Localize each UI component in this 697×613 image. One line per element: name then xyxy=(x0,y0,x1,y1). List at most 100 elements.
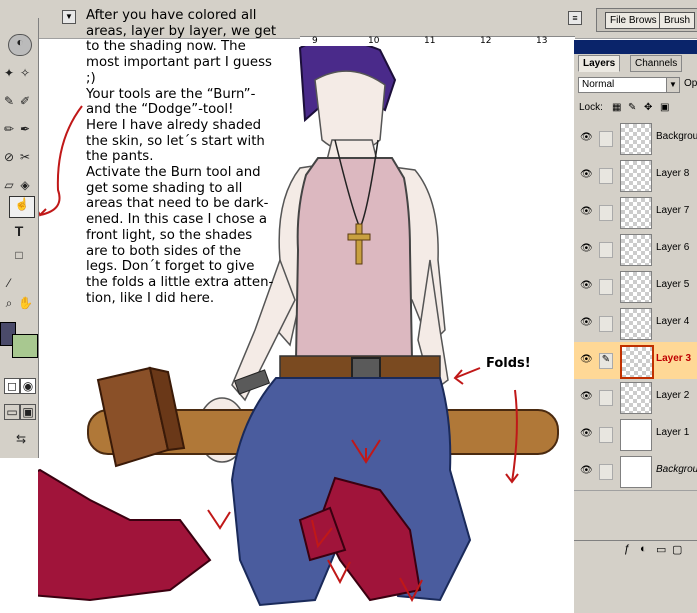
tutorial-line: tion, like I did here. xyxy=(86,290,215,306)
eye-icon[interactable]: 👁 xyxy=(580,466,593,476)
layer-row[interactable]: 👁 Layer 2 xyxy=(574,379,697,417)
layer-name: Backgrou xyxy=(656,131,697,142)
link-toggle[interactable] xyxy=(599,279,613,295)
new-layer-set-icon[interactable]: ▭ xyxy=(656,543,666,556)
options-menu-arrow[interactable]: ▼ xyxy=(62,10,76,24)
layer-row[interactable]: 👁 Backgrou xyxy=(574,453,697,491)
eye-icon[interactable]: 👁 xyxy=(580,244,593,254)
layer-row[interactable]: 👁 Layer 6 xyxy=(574,231,697,269)
palette-well-brushes-tab[interactable]: Brush xyxy=(659,12,696,29)
tutorial-line: to the shading now. The xyxy=(86,39,246,55)
toolbox: ◐ ✦ ✧ ✎ ✐ ✏ ✒ ⊘ ✂ ▱ ◈ ☝ T □ ⁄ ⌕ ✋ ◻ ◉ ▭ … xyxy=(0,18,39,458)
background-color-swatch[interactable] xyxy=(12,334,38,358)
ruler-tick-label: 13 xyxy=(536,36,548,46)
tutorial-line: front light, so the shades xyxy=(86,227,253,243)
link-toggle[interactable] xyxy=(599,464,613,480)
quick-mask-icon[interactable]: ◻ xyxy=(4,378,20,394)
link-toggle[interactable] xyxy=(599,316,613,332)
clone-stamp-icon[interactable]: ✒ xyxy=(18,122,32,136)
tab-channels[interactable]: Channels xyxy=(630,55,683,72)
layer-name: Layer 1 xyxy=(656,427,690,438)
layer-thumbnail xyxy=(620,345,654,379)
lasso-icon[interactable]: ◐ xyxy=(8,34,32,56)
slice-icon[interactable]: ✎ xyxy=(2,94,16,108)
tutorial-line: are to both sides of the xyxy=(86,243,242,259)
tutorial-line: Here I have alredy shaded xyxy=(86,117,262,133)
lock-transparency-icon[interactable]: ▦ xyxy=(612,102,621,113)
layer-thumbnail xyxy=(620,382,652,414)
eye-icon[interactable]: 👁 xyxy=(580,392,593,402)
palette-menu-icon[interactable]: ≡ xyxy=(568,11,582,25)
link-toggle[interactable] xyxy=(599,427,613,443)
brush-icon[interactable]: ✏ xyxy=(2,122,16,136)
layer-row[interactable]: 👁 Layer 1 xyxy=(574,416,697,454)
ruler-tick-label: 10 xyxy=(368,36,380,46)
layers-bottom-bar: ƒ ◐ ▭ ▢ xyxy=(574,540,697,559)
history-brush-icon[interactable]: ⊘ xyxy=(2,150,16,164)
link-toggle[interactable] xyxy=(599,205,613,221)
eye-icon[interactable]: 👁 xyxy=(580,170,593,180)
blend-mode-select[interactable]: Normal ▼ xyxy=(578,77,680,93)
layer-thumbnail xyxy=(620,197,652,229)
tutorial-line: the pants. xyxy=(86,149,154,165)
tab-layers[interactable]: Layers xyxy=(578,55,621,72)
layer-name: Layer 7 xyxy=(656,205,690,216)
layer-row[interactable]: 👁 Layer 7 xyxy=(574,194,697,232)
healing-brush-icon[interactable]: ✐ xyxy=(18,94,32,108)
layer-thumbnail xyxy=(620,123,652,155)
fullscreen-mode-icon[interactable]: ▣ xyxy=(20,404,36,420)
layer-name: Backgrou xyxy=(656,464,697,475)
lock-paint-icon[interactable]: ✎ xyxy=(628,102,636,113)
eye-icon[interactable]: 👁 xyxy=(580,281,593,291)
hand-tool-icon[interactable]: ✋ xyxy=(18,296,33,310)
paint-bucket-icon[interactable]: ▱ xyxy=(2,178,16,192)
layers-palette-titlebar[interactable] xyxy=(574,40,697,54)
brush-icon[interactable]: ✎ xyxy=(599,353,613,369)
layer-name: Layer 5 xyxy=(656,279,690,290)
eye-icon[interactable]: 👁 xyxy=(580,429,593,439)
tutorial-line: legs. Don´t forget to give xyxy=(86,259,255,275)
layer-row-selected[interactable]: 👁 ✎ Layer 3 xyxy=(574,342,697,380)
layer-thumbnail xyxy=(620,234,652,266)
layer-name: Layer 2 xyxy=(656,390,690,401)
new-fill-layer-icon[interactable]: ◐ xyxy=(640,543,647,555)
layer-style-icon[interactable]: ƒ xyxy=(624,543,630,555)
jump-to-imageready-icon[interactable]: ⇆ xyxy=(10,432,32,446)
layer-row[interactable]: 👁 Layer 4 xyxy=(574,305,697,343)
layer-row[interactable]: 👁 Layer 8 xyxy=(574,157,697,195)
lock-move-icon[interactable]: ✥ xyxy=(644,102,652,113)
screen-mode-icon[interactable]: ▭ xyxy=(4,404,20,420)
tutorial-line: and the “Dodge”-tool! xyxy=(86,102,234,118)
eye-icon[interactable]: 👁 xyxy=(580,207,593,217)
layer-name: Layer 6 xyxy=(656,242,690,253)
magic-wand-icon[interactable]: ✦ xyxy=(2,66,16,80)
tutorial-text: After you have colored all areas, layer … xyxy=(86,8,300,306)
layer-thumbnail xyxy=(620,271,652,303)
type-tool-icon[interactable]: T xyxy=(12,224,26,238)
link-toggle[interactable] xyxy=(599,390,613,406)
eye-icon[interactable]: 👁 xyxy=(580,318,593,328)
fill-icon[interactable]: ◈ xyxy=(18,178,32,192)
tutorial-line: After you have colored all xyxy=(86,8,257,23)
tutorial-line: Your tools are the “Burn”- xyxy=(86,86,256,102)
new-layer-icon[interactable]: ▢ xyxy=(672,543,682,556)
palette-well-file-browser-tab[interactable]: File Brows xyxy=(605,12,662,29)
zoom-icon[interactable]: ⌕ xyxy=(2,296,16,310)
link-toggle[interactable] xyxy=(599,131,613,147)
layer-row[interactable]: 👁 Backgrou xyxy=(574,120,697,158)
crop-icon[interactable]: ✧ xyxy=(18,66,32,80)
eraser-icon[interactable]: ✂ xyxy=(18,150,32,164)
layer-row[interactable]: 👁 Layer 5 xyxy=(574,268,697,306)
lock-all-icon[interactable]: ▣ xyxy=(660,102,669,113)
layer-thumbnail xyxy=(620,456,652,488)
eyedropper-icon[interactable]: ⁄ xyxy=(2,276,16,290)
standard-mode-icon[interactable]: ◉ xyxy=(20,378,36,394)
burn-tool-icon[interactable]: ☝ xyxy=(9,196,35,218)
folds-annotation: Folds! xyxy=(486,356,531,371)
tutorial-line: ;) xyxy=(86,70,96,86)
eye-icon[interactable]: 👁 xyxy=(580,355,593,365)
link-toggle[interactable] xyxy=(599,168,613,184)
link-toggle[interactable] xyxy=(599,242,613,258)
rectangle-tool-icon[interactable]: □ xyxy=(12,248,26,262)
eye-icon[interactable]: 👁 xyxy=(580,133,593,143)
